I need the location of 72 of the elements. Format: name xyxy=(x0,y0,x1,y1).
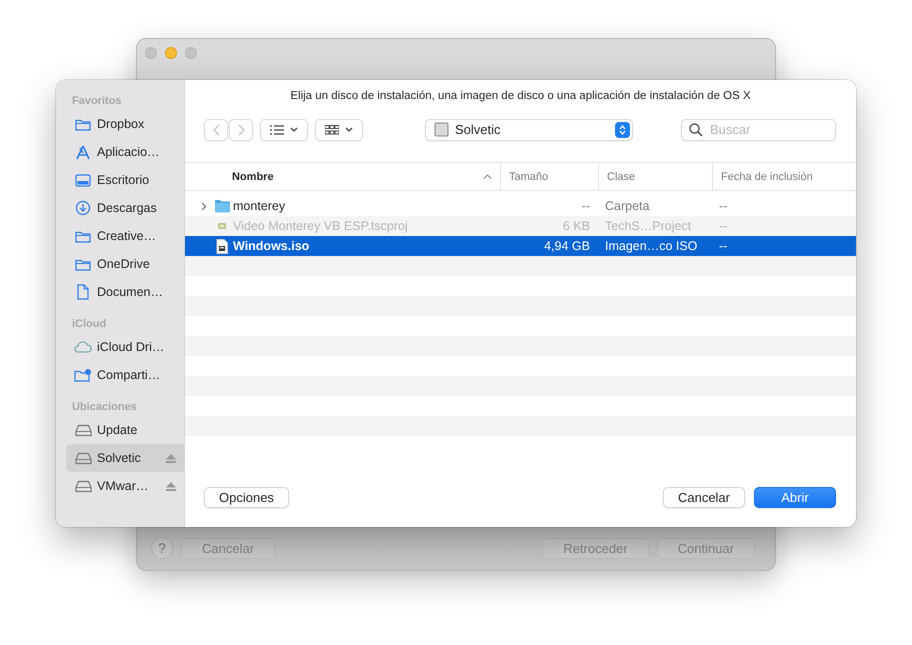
sidebar-heading: Ubicaciones xyxy=(71,401,138,415)
caret-icon xyxy=(345,127,353,132)
chevron-right-icon xyxy=(238,124,244,136)
cloud-icon xyxy=(74,341,92,353)
column-header[interactable]: Tamaño xyxy=(500,163,598,190)
window-button[interactable] xyxy=(185,47,197,59)
desktop-icon xyxy=(75,174,91,186)
sort-icon xyxy=(483,174,492,179)
forward-button[interactable] xyxy=(229,118,253,140)
drive-icon xyxy=(74,424,92,436)
search-icon xyxy=(689,122,703,136)
table-cell-text: -- xyxy=(718,239,728,253)
disclosure-icon[interactable] xyxy=(201,202,207,210)
file-name: Windows.iso xyxy=(233,239,310,253)
eject-icon[interactable] xyxy=(166,482,176,490)
sidebar-item[interactable]: Escritorio xyxy=(66,166,186,194)
sidebar-item[interactable]: Solvetic xyxy=(66,444,186,472)
up-down-icon xyxy=(619,124,626,134)
table-cell-text: -- xyxy=(580,199,591,213)
sidebar-item[interactable]: Descargas xyxy=(66,194,186,222)
download-icon xyxy=(75,200,91,216)
sidebar-item[interactable]: VMwar… xyxy=(66,472,186,500)
sidebar-item[interactable]: Creative… xyxy=(66,222,186,250)
open-button[interactable]: Abrir xyxy=(754,487,836,508)
sidebar-heading: iCloud xyxy=(71,318,108,332)
document-icon xyxy=(76,284,90,300)
table-cell-text: Imagen…co ISO xyxy=(604,239,698,253)
sidebar-item[interactable]: Aplicacio… xyxy=(66,138,186,166)
column-header[interactable]: Fecha de inclusión xyxy=(712,163,856,190)
column-header[interactable]: Nombre xyxy=(185,163,500,190)
table-cell-text: 4,94 GB xyxy=(543,239,591,253)
file-name: monterey xyxy=(233,199,286,213)
drive-icon xyxy=(434,122,449,137)
sidebar-item[interactable]: Comparti… xyxy=(66,361,186,389)
options-button[interactable]: Opciones xyxy=(204,487,289,508)
sidebar-item[interactable]: iCloud Dri… xyxy=(66,333,186,361)
dialog-title: Elija un disco de instalación, una imagen de disco o una aplicación de instalación de OS X xyxy=(289,89,752,102)
folder-icon xyxy=(75,230,91,242)
sidebar-heading: Favoritos xyxy=(71,95,123,109)
cancel-button[interactable]: Cancelar xyxy=(662,487,745,508)
sidebar-item[interactable]: Dropbox xyxy=(66,110,186,138)
folder-icon xyxy=(214,199,230,213)
shared-folder-icon xyxy=(74,368,92,382)
sidebar-item[interactable]: Update xyxy=(66,416,186,444)
window-button[interactable] xyxy=(165,47,177,59)
folder-icon xyxy=(75,118,91,130)
table-cell-text: 6 KB xyxy=(562,219,591,233)
drive-icon xyxy=(74,480,92,492)
chevron-left-icon xyxy=(212,124,220,136)
list-view-button[interactable] xyxy=(260,118,308,140)
back-button[interactable] xyxy=(204,118,228,140)
sidebar-item[interactable]: OneDrive xyxy=(66,250,186,278)
grid-view-button[interactable] xyxy=(315,118,363,140)
list-icon xyxy=(270,124,284,134)
table-cell-text: TechS…Project xyxy=(604,219,692,233)
drive-icon xyxy=(74,452,92,464)
disk-image-icon xyxy=(216,238,228,254)
table-cell-text: Carpeta xyxy=(604,199,650,213)
file-name: Video Monterey VB ESP.tscproj xyxy=(233,219,408,233)
file-row[interactable]: Windows.iso 4,94 GB Imagen…co ISO -- xyxy=(185,236,856,256)
caret-icon xyxy=(290,127,298,132)
location-popup[interactable]: Solvetic xyxy=(425,118,633,140)
search-field[interactable]: Buscar xyxy=(681,118,836,140)
sidebar-item[interactable]: Documen… xyxy=(66,278,186,306)
table-cell-text: -- xyxy=(718,199,728,213)
window-button[interactable] xyxy=(145,47,157,59)
table-cell-text: -- xyxy=(718,219,728,233)
eject-icon[interactable] xyxy=(166,454,176,462)
grid-icon xyxy=(325,124,339,134)
column-header[interactable]: Clase xyxy=(598,163,712,190)
apps-icon xyxy=(75,144,91,160)
folder-icon xyxy=(75,258,91,270)
